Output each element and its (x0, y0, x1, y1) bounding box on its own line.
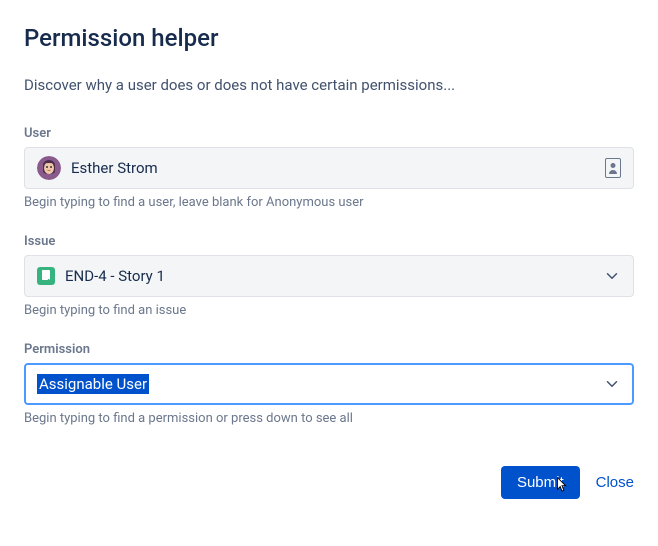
dialog-description: Discover why a user does or does not hav… (24, 76, 634, 94)
submit-button[interactable]: Submit (501, 466, 580, 499)
issue-value: END-4 - Story 1 (65, 267, 593, 285)
issue-field-group: Issue END-4 - Story 1 Begin typing to fi… (24, 234, 634, 318)
close-button[interactable]: Close (596, 474, 634, 491)
user-helper: Begin typing to find a user, leave blank… (24, 195, 634, 210)
permission-helper: Begin typing to find a permission or pre… (24, 411, 634, 426)
permission-field-group: Permission Assignable User Begin typing … (24, 342, 634, 426)
user-label: User (24, 126, 634, 141)
dialog-actions: Submit Close (24, 466, 634, 499)
issue-input[interactable]: END-4 - Story 1 (24, 255, 634, 297)
permission-label: Permission (24, 342, 634, 357)
chevron-down-icon (603, 375, 621, 393)
user-input[interactable]: Esther Strom (24, 147, 634, 189)
user-value: Esther Strom (71, 159, 595, 177)
dialog-title: Permission helper (24, 24, 634, 52)
user-field-group: User Esther Strom Begin typing to find a… (24, 126, 634, 210)
contact-card-icon (605, 158, 621, 178)
issue-label: Issue (24, 234, 634, 249)
permission-input[interactable]: Assignable User (24, 363, 634, 405)
user-avatar-icon (37, 156, 61, 180)
chevron-down-icon (603, 267, 621, 285)
permission-value: Assignable User (37, 374, 149, 394)
story-icon (37, 267, 55, 285)
issue-helper: Begin typing to find an issue (24, 303, 634, 318)
